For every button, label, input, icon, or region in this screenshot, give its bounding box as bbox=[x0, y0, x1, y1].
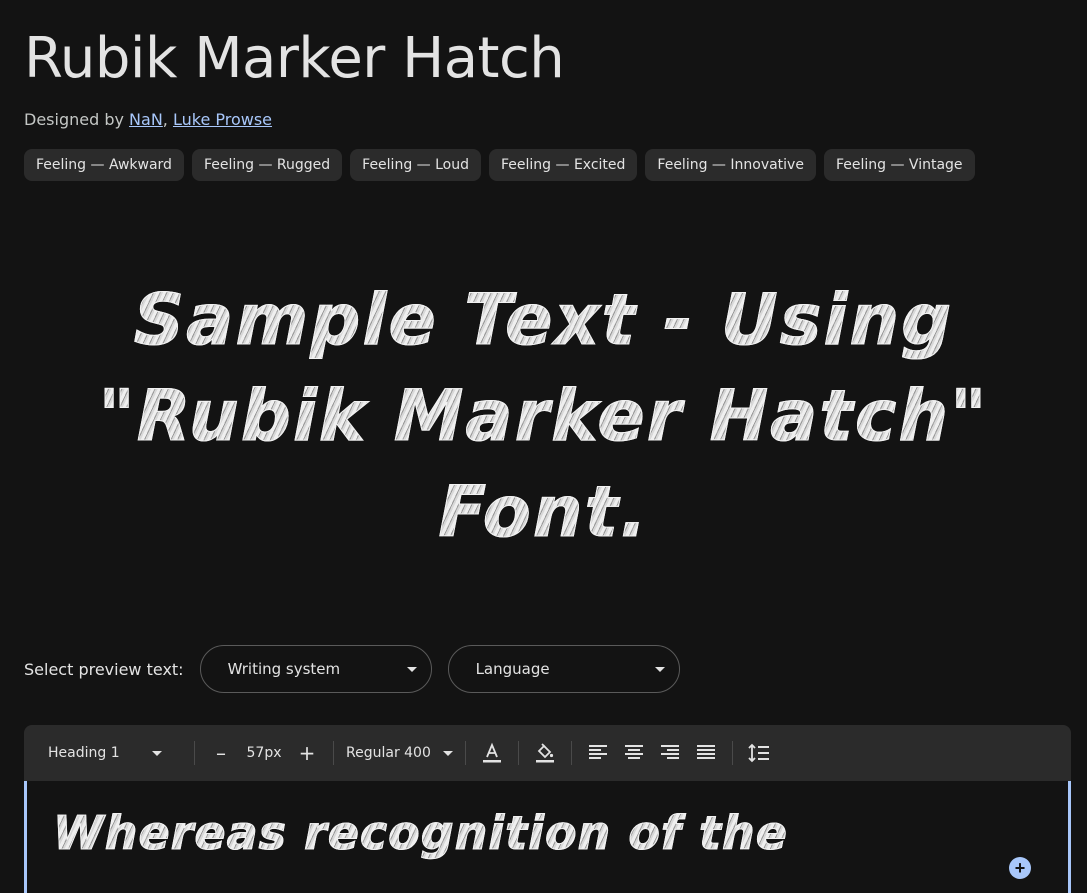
editor-sample-text[interactable]: Whereas recognition of the bbox=[53, 803, 788, 863]
toolbar-divider bbox=[517, 741, 519, 765]
align-center-icon bbox=[624, 745, 643, 759]
dropdown-arrow-icon bbox=[442, 750, 453, 756]
writing-system-select[interactable]: Writing system bbox=[199, 645, 432, 693]
dropdown-arrow-icon bbox=[406, 666, 417, 672]
toolbar-divider bbox=[464, 741, 466, 765]
paint-bucket-icon bbox=[535, 743, 554, 763]
tag-feeling-vintage[interactable]: Feeling — Vintage bbox=[823, 149, 975, 181]
add-icon[interactable]: + bbox=[1009, 857, 1031, 879]
tag-feeling-loud[interactable]: Feeling — Loud bbox=[350, 149, 481, 181]
designer-link-luke-prowse[interactable]: Luke Prowse bbox=[173, 110, 272, 129]
language-select[interactable]: Language bbox=[447, 645, 680, 693]
toolbar-divider bbox=[570, 741, 572, 765]
writing-system-value: Writing system bbox=[227, 660, 341, 678]
font-title: Rubik Marker Hatch bbox=[24, 26, 565, 91]
decrease-size-button[interactable]: – bbox=[203, 735, 239, 771]
increase-size-button[interactable]: + bbox=[289, 735, 325, 771]
line-height-button[interactable] bbox=[741, 735, 777, 771]
text-style-select[interactable]: Heading 1 bbox=[48, 745, 186, 761]
toolbar-divider bbox=[333, 741, 334, 765]
dropdown-arrow-icon bbox=[654, 666, 665, 672]
font-weight-value: Regular 400 bbox=[346, 745, 431, 761]
preview-text-selector: Select preview text: Writing system Lang… bbox=[24, 645, 680, 693]
feeling-tags: Feeling — Awkward Feeling — Rugged Feeli… bbox=[24, 149, 975, 181]
designer-credit: Designed by NaN, Luke Prowse bbox=[24, 110, 272, 129]
align-center-button[interactable] bbox=[616, 735, 652, 771]
text-style-value: Heading 1 bbox=[48, 745, 120, 761]
align-right-icon bbox=[660, 745, 679, 759]
align-justify-button[interactable] bbox=[688, 735, 724, 771]
background-color-button[interactable] bbox=[527, 735, 563, 771]
align-left-icon bbox=[588, 745, 607, 759]
designer-separator: , bbox=[162, 110, 173, 129]
type-tester-toolbar: Heading 1 – 57px + Regular 400 bbox=[24, 725, 1071, 781]
font-specimen-page: Rubik Marker Hatch Designed by NaN, Luke… bbox=[0, 0, 1087, 893]
font-size-value[interactable]: 57px bbox=[239, 745, 289, 761]
align-justify-icon bbox=[696, 745, 715, 759]
tag-feeling-innovative[interactable]: Feeling — Innovative bbox=[645, 149, 816, 181]
align-right-button[interactable] bbox=[652, 735, 688, 771]
hero-line-1: Sample Text - Using bbox=[133, 279, 954, 362]
line-spacing-icon bbox=[748, 743, 769, 763]
tag-feeling-rugged[interactable]: Feeling — Rugged bbox=[191, 149, 343, 181]
text-color-button[interactable] bbox=[474, 735, 510, 771]
tag-feeling-excited[interactable]: Feeling — Excited bbox=[489, 149, 638, 181]
toolbar-divider bbox=[731, 741, 733, 765]
preview-label: Select preview text: bbox=[24, 659, 184, 679]
hero-line-3: Font. bbox=[438, 471, 649, 554]
toolbar-divider bbox=[194, 741, 195, 765]
hero-sample-text: Sample Text - Using "Rubik Marker Hatch"… bbox=[60, 272, 1027, 560]
type-tester-editor[interactable]: Whereas recognition of the + bbox=[24, 781, 1071, 893]
language-value: Language bbox=[475, 660, 550, 678]
align-left-button[interactable] bbox=[580, 735, 616, 771]
font-weight-select[interactable]: Regular 400 bbox=[342, 745, 457, 761]
designer-link-nan[interactable]: NaN bbox=[129, 110, 163, 129]
dropdown-arrow-icon bbox=[152, 750, 162, 756]
designed-by-prefix: Designed by bbox=[24, 110, 130, 129]
tag-feeling-awkward[interactable]: Feeling — Awkward bbox=[24, 149, 184, 181]
text-color-icon bbox=[482, 742, 501, 763]
hero-line-2: "Rubik Marker Hatch" bbox=[98, 375, 989, 458]
